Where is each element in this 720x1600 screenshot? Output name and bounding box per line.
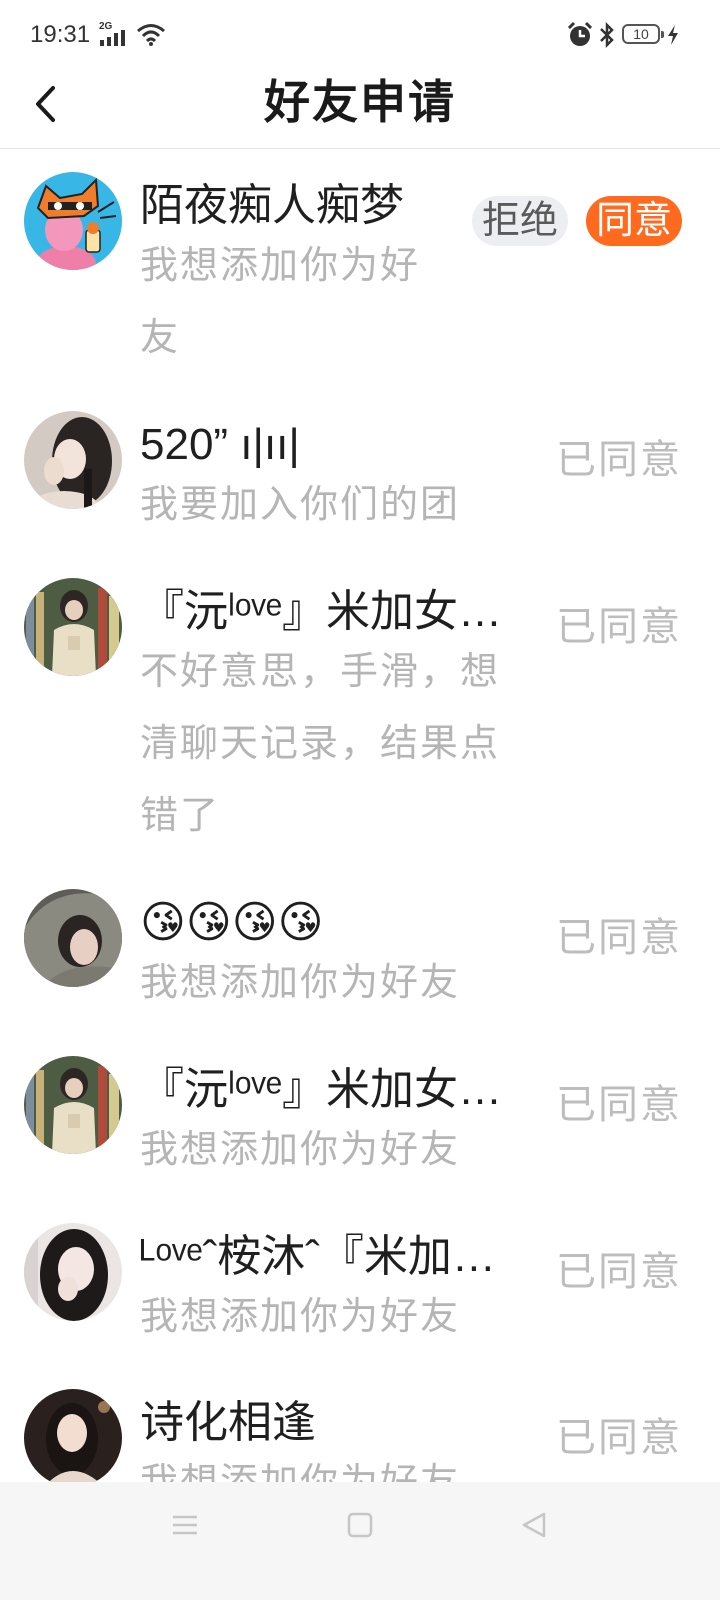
header-divider — [0, 148, 720, 149]
back-triangle-icon[interactable] — [518, 1510, 552, 1540]
back-button[interactable] — [26, 80, 70, 128]
status-accepted-label: 已同意 — [556, 1083, 682, 1127]
home-icon[interactable] — [343, 1510, 377, 1540]
request-message: 我想添加你为好友 — [140, 1129, 461, 1171]
status-accepted-label: 已同意 — [556, 605, 682, 649]
chevron-left-icon — [36, 86, 55, 122]
request-message: 我要加入你们的团 — [140, 484, 461, 526]
request-message: 我想添加你为好友 — [140, 962, 461, 1004]
request-message: 我想添加你为好友 — [140, 1296, 461, 1338]
status-accepted-label: 已同意 — [556, 1416, 682, 1460]
alarm-icon — [567, 21, 593, 46]
status-accepted-label: 已同意 — [556, 1250, 682, 1294]
requester-name: 😘😘😘😘 — [140, 898, 324, 947]
status-accepted-label: 已同意 — [556, 916, 682, 960]
avatar[interactable] — [24, 1056, 122, 1154]
avatar[interactable] — [24, 1389, 122, 1487]
request-message: 我想添加你为好友 — [140, 245, 421, 359]
page-title: 好友申请 — [264, 76, 456, 128]
requester-name: ᴸᵒᵛᵉˆ桉沐ˆ『米加… — [140, 1232, 496, 1281]
requester-name: 『沅ˡᵒᵛᵉ』米加女… — [140, 1065, 503, 1114]
avatar[interactable] — [24, 578, 122, 676]
request-item[interactable]: 『沅ˡᵒᵛᵉ』米加女… 我想添加你为好友 已同意 — [0, 1056, 720, 1206]
status-bar: 19:31 2G 10 — [0, 0, 720, 70]
status-accepted-label: 已同意 — [556, 438, 682, 482]
avatar[interactable] — [24, 1223, 122, 1321]
signal-icon — [100, 30, 125, 46]
avatar[interactable] — [24, 889, 122, 987]
request-item[interactable]: 😘😘😘😘 我想添加你为好友 已同意 — [0, 889, 720, 1039]
request-item[interactable]: 陌夜痴人痴梦 我想添加你为好友 拒绝 同意 — [0, 172, 720, 359]
accept-button[interactable]: 同意 — [586, 196, 682, 246]
page-header: 好友申请 — [0, 70, 720, 148]
bluetooth-icon — [600, 21, 614, 49]
avatar[interactable] — [24, 172, 122, 270]
request-item[interactable]: 520” ı|ıı| 我要加入你们的团 已同意 — [0, 411, 720, 561]
requester-name: 陌夜痴人痴梦 — [140, 181, 404, 230]
battery-level: 10 — [633, 26, 649, 42]
request-item[interactable]: 『沅ˡᵒᵛᵉ』米加女… 不好意思，手滑，想清聊天记录，结果点错了 已同意 — [0, 578, 720, 837]
avatar[interactable] — [24, 411, 122, 509]
request-message: 不好意思，手滑，想清聊天记录，结果点错了 — [140, 651, 501, 837]
request-item[interactable]: ᴸᵒᵛᵉˆ桉沐ˆ『米加… 我想添加你为好友 已同意 — [0, 1223, 720, 1373]
reject-button[interactable]: 拒绝 — [472, 196, 568, 246]
menu-icon[interactable] — [168, 1510, 202, 1540]
system-nav-bar — [0, 1482, 720, 1600]
requester-name: 520” ı|ıı| — [140, 420, 300, 469]
charging-icon — [668, 25, 678, 45]
clock-time: 19:31 — [30, 21, 91, 48]
requester-name: 『沅ˡᵒᵛᵉ』米加女… — [140, 587, 503, 636]
wifi-icon — [137, 24, 165, 46]
requester-name: 诗化相逢 — [140, 1398, 316, 1447]
battery-icon: 10 — [622, 24, 664, 44]
